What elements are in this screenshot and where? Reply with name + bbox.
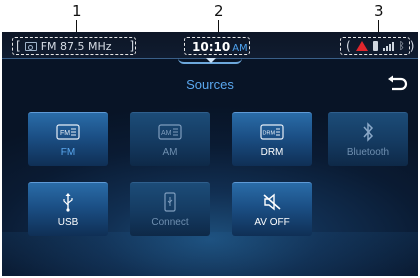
radio-icon (24, 41, 37, 51)
radio-fm-icon: FM (56, 123, 80, 141)
source-tile-drm[interactable]: DRM DRM (232, 112, 312, 166)
status-icons: ( ᛒ ) (346, 39, 414, 53)
source-label: AV OFF (254, 217, 290, 228)
phone-icon (372, 41, 378, 51)
chevron-down-icon[interactable] (206, 58, 216, 63)
callout-2: 2 (214, 2, 224, 20)
svg-text:FM: FM (60, 130, 70, 137)
bracket-left: ( (346, 39, 351, 53)
bluetooth-icon (361, 122, 375, 142)
source-label: AM (162, 147, 178, 158)
callout-1: 1 (72, 2, 82, 20)
bluetooth-status-icon: ᛒ (398, 40, 405, 52)
clock-time: 10:10 (192, 40, 231, 54)
phone-connect-icon (163, 192, 177, 212)
svg-text:AM: AM (161, 130, 172, 137)
bracket-right: ) (409, 39, 415, 53)
source-label: FM (60, 147, 76, 158)
source-tile-av-off[interactable]: AV OFF (232, 182, 312, 236)
floor-reflection (2, 232, 418, 276)
bracket-right: ] (129, 39, 135, 53)
source-tile-bluetooth[interactable]: Bluetooth (328, 112, 408, 166)
figure-frame: 1 2 3 [ FM 87.5 MHz ] 10:10 AM (ᛒ) Sou… (0, 0, 420, 278)
callout-3: 3 (374, 2, 384, 20)
source-label: Bluetooth (346, 147, 390, 158)
source-label: USB (57, 217, 79, 228)
source-label: DRM (260, 147, 284, 158)
signal-strength-icon (382, 41, 394, 51)
source-label: Connect (151, 217, 189, 228)
infotainment-screen: [ FM 87.5 MHz ] 10:10 AM ( ᛒ ) Sources F… (2, 32, 418, 276)
current-source-indicator[interactable]: [ FM 87.5 MHz ] (16, 39, 134, 53)
source-tile-am[interactable]: AM AM (130, 112, 210, 166)
svg-text:DRM: DRM (263, 131, 276, 137)
source-tile-usb[interactable]: USB (28, 182, 108, 236)
radio-drm-icon: DRM (260, 123, 284, 141)
source-tile-connect[interactable]: Connect (130, 182, 210, 236)
speaker-mute-icon (262, 193, 282, 211)
back-arrow-icon (388, 75, 408, 91)
source-tile-fm[interactable]: FM FM (28, 112, 108, 166)
back-button[interactable] (386, 75, 408, 93)
page-title: Sources (186, 77, 234, 92)
bracket-left: [ (16, 39, 21, 53)
clock-ampm: AM (232, 43, 248, 54)
clock[interactable]: 10:10 AM (192, 40, 248, 54)
warning-icon (355, 41, 368, 51)
radio-am-icon: AM (158, 123, 182, 141)
usb-icon (61, 193, 75, 212)
current-source-text: FM 87.5 MHz (40, 39, 112, 53)
